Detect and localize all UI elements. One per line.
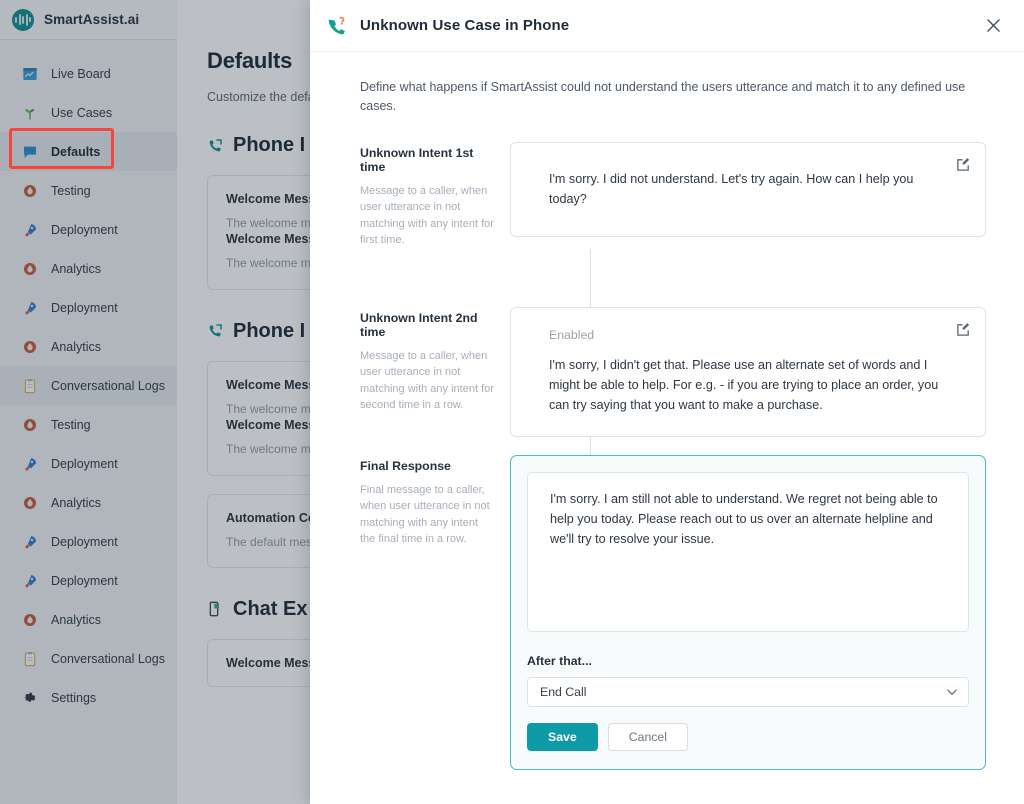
edit-glyph	[957, 322, 970, 336]
app-root: SmartAssist.ai Live Board Use Cases Defaul…	[0, 0, 1024, 804]
connector-line	[590, 436, 591, 455]
message-text: I'm sorry. I did not understand. Let's t…	[549, 171, 914, 206]
cancel-button[interactable]: Cancel	[607, 722, 688, 751]
row-description: Message to a caller, when user utterance…	[360, 349, 494, 412]
save-button[interactable]: Save	[527, 722, 598, 751]
modal-title: Unknown Use Case in Phone	[360, 17, 570, 34]
final-response-editor: After that... End Call Save Cancel	[510, 454, 986, 770]
row-unknown-intent-1: Unknown Intent 1st time Message to a cal…	[360, 141, 986, 249]
row-content: After that... End Call Save Cancel	[510, 454, 986, 770]
close-glyph	[986, 19, 1000, 32]
row-unknown-intent-2: Unknown Intent 2nd time Message to a cal…	[360, 306, 986, 437]
message-text: I'm sorry, I didn't get that. Please use…	[549, 357, 939, 413]
row-title: Unknown Intent 2nd time	[360, 310, 478, 339]
phone-question-icon	[328, 16, 345, 34]
message-card[interactable]: Enabled I'm sorry, I didn't get that. Pl…	[510, 306, 986, 437]
response-rows: Unknown Intent 1st time Message to a cal…	[360, 141, 986, 770]
edit-icon[interactable]	[956, 157, 971, 172]
final-response-textarea[interactable]	[527, 471, 969, 632]
row-title: Final Response	[360, 458, 451, 473]
row-final-response: Final Response Final message to a caller…	[360, 454, 986, 770]
row-label-group: Unknown Intent 2nd time Message to a cal…	[360, 307, 510, 414]
connector-line	[590, 248, 591, 307]
row-description: Message to a caller, when user utterance…	[360, 184, 494, 247]
modal-intro: Define what happens if SmartAssist could…	[360, 80, 966, 113]
row-content: I'm sorry. I did not understand. Let's t…	[510, 141, 986, 237]
status-badge: Enabled	[549, 327, 595, 342]
action-buttons: Save Cancel	[527, 722, 969, 751]
row-label-group: Unknown Intent 1st time Message to a cal…	[360, 142, 510, 249]
close-icon[interactable]	[980, 13, 1006, 39]
row-content: Enabled I'm sorry, I didn't get that. Pl…	[510, 306, 986, 437]
row-description: Final message to a caller, when user utt…	[360, 483, 490, 546]
modal-header: Unknown Use Case in Phone	[310, 0, 1024, 52]
message-card[interactable]: I'm sorry. I did not understand. Let's t…	[510, 141, 986, 237]
edit-glyph	[957, 157, 970, 171]
row-label-group: Final Response Final message to a caller…	[360, 455, 510, 548]
after-that-label: After that...	[527, 653, 592, 668]
after-that-select-wrap: End Call	[527, 676, 969, 707]
unknown-use-case-modal: Unknown Use Case in Phone Define what ha…	[310, 0, 1024, 804]
after-that-select[interactable]: End Call	[527, 676, 969, 707]
edit-icon[interactable]	[956, 322, 971, 337]
row-title: Unknown Intent 1st time	[360, 145, 474, 174]
modal-body: Define what happens if SmartAssist could…	[310, 52, 1024, 804]
